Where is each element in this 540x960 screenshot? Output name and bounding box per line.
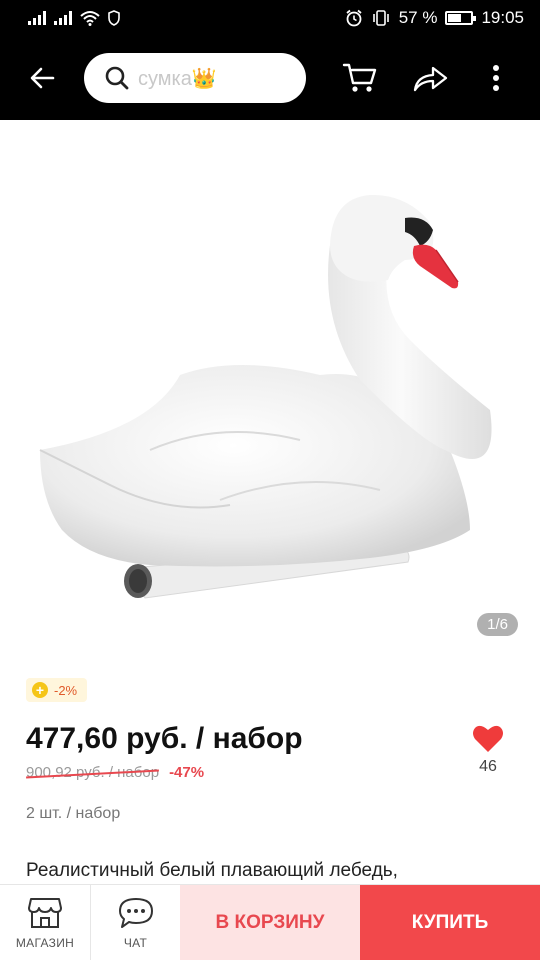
more-vertical-icon	[493, 65, 499, 91]
shield-icon	[108, 10, 120, 26]
search-placeholder: сумка👑	[138, 67, 217, 90]
cart-icon	[342, 63, 377, 92]
status-bar: 57 % 19:05	[0, 0, 540, 36]
battery-icon	[445, 11, 477, 25]
unit-info: 2 шт. / набор	[26, 805, 121, 822]
arrow-left-icon	[30, 67, 55, 89]
search-icon	[105, 66, 129, 90]
store-button[interactable]: МАГАЗИН	[0, 885, 90, 960]
back-button[interactable]	[18, 54, 66, 102]
signal-icon-2	[54, 11, 72, 25]
product-description: Реалистичный белый плавающий лебедь,	[26, 860, 398, 881]
old-price: 900,92 руб. / набор	[26, 764, 160, 781]
top-app-bar: сумка👑	[0, 36, 540, 120]
search-input[interactable]: сумка👑	[84, 53, 306, 103]
share-icon	[413, 66, 448, 92]
chat-button[interactable]: ЧАТ	[90, 885, 180, 960]
image-counter: 1/6	[477, 613, 518, 636]
buy-now-button[interactable]: КУПИТЬ	[360, 885, 540, 960]
add-to-cart-button[interactable]: В КОРЗИНУ	[180, 885, 360, 960]
old-price-row: 900,92 руб. / набор -47%	[26, 764, 204, 781]
clock: 19:05	[481, 8, 524, 27]
battery-percent: 57 %	[398, 8, 438, 27]
wishlist-count: 46	[479, 758, 497, 775]
wifi-icon	[80, 11, 100, 26]
vibrate-icon	[372, 10, 389, 26]
discount-percent: -47%	[169, 764, 205, 781]
coin-icon: +	[32, 682, 48, 698]
chat-label: ЧАТ	[123, 936, 148, 950]
share-button[interactable]	[406, 54, 454, 102]
chat-icon	[118, 898, 153, 928]
wishlist-button[interactable]: 46	[468, 724, 508, 776]
product-image-swan	[39, 194, 492, 599]
status-left	[28, 10, 120, 26]
status-right: 57 % 19:05	[345, 8, 524, 28]
bottom-action-bar: МАГАЗИН ЧАТ В КОРЗИНУ КУПИТЬ	[0, 884, 540, 960]
coupon-text: -2%	[54, 682, 78, 698]
heart-icon	[473, 725, 503, 752]
coupon-badge[interactable]: + -2%	[26, 678, 88, 702]
product-image-gallery[interactable]: 1/6	[0, 120, 540, 660]
store-label: МАГАЗИН	[15, 936, 75, 950]
store-icon	[28, 898, 62, 928]
more-options-button[interactable]	[472, 54, 520, 102]
alarm-icon	[346, 9, 362, 27]
product-price: 477,60 руб. / набор	[26, 722, 303, 755]
signal-icon	[28, 11, 46, 25]
cart-button[interactable]	[336, 54, 384, 102]
